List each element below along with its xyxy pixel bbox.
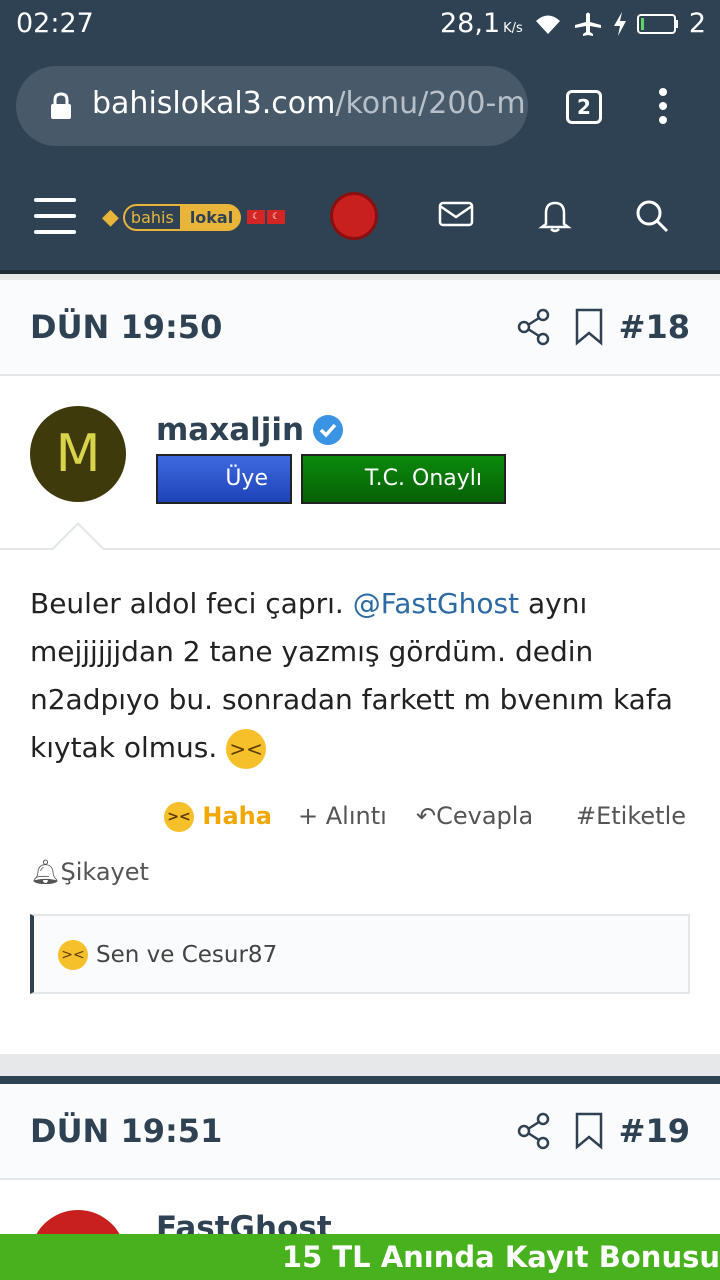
logo-star-icon: ◆ xyxy=(102,204,119,230)
lock-icon xyxy=(51,92,71,119)
author-pointer xyxy=(50,522,106,551)
post-author-block: M maxaljin Üye T.C. Onaylı xyxy=(0,376,720,551)
post-body: Beuler aldol feci çaprı. @FastGhost aynı… xyxy=(0,550,720,772)
url-text: bahislokal3.com/konu/200-m xyxy=(92,86,526,121)
haha-emoji-icon: >< xyxy=(164,802,194,832)
post-header: DÜN 19:50 #18 xyxy=(0,280,720,376)
post: DÜN 19:50 #18 M maxaljin Üye T.C. Onaylı… xyxy=(0,280,720,1054)
address-bar[interactable]: bahislokal3.com/konu/200-m xyxy=(16,66,528,146)
bookmark-icon[interactable] xyxy=(574,308,604,346)
promo-banner[interactable]: 15 TL Anında Kayıt Bonusu xyxy=(0,1234,720,1280)
post-number[interactable]: #18 xyxy=(619,308,690,346)
member-badge: Üye xyxy=(156,454,292,504)
battery-text: 2 xyxy=(688,8,706,39)
status-right: 28,1 K/s 2 xyxy=(440,8,706,39)
post-number[interactable]: #19 xyxy=(619,1112,690,1150)
reaction-haha-button[interactable]: >< Haha xyxy=(164,802,272,832)
report-button[interactable]: 🔔︎Şikayet xyxy=(30,858,149,886)
search-icon[interactable] xyxy=(634,198,670,234)
quote-button[interactable]: + Alıntı xyxy=(298,802,387,830)
author-avatar[interactable]: M xyxy=(30,406,126,502)
share-icon[interactable] xyxy=(516,308,552,346)
verified-icon xyxy=(313,415,344,445)
tab-switcher-button[interactable]: 2 xyxy=(566,90,602,124)
bookmark-icon[interactable] xyxy=(574,1112,604,1150)
flags-icon: ☾ ☾ xyxy=(247,210,286,224)
hamburger-icon[interactable] xyxy=(34,198,76,234)
reactions-text: Sen ve Cesur87 xyxy=(96,942,278,968)
browser-toolbar: bahislokal3.com/konu/200-m 2 xyxy=(0,50,720,162)
post: DÜN 19:51 #19 FastGhost xyxy=(0,1076,720,1240)
bell-icon[interactable] xyxy=(538,198,572,234)
reactions-summary[interactable]: >< Sen ve Cesur87 xyxy=(30,914,690,994)
bell-icon: 🔔︎ xyxy=(30,858,61,886)
haha-emoji-icon: >< xyxy=(58,940,88,970)
post-header: DÜN 19:51 #19 xyxy=(0,1084,720,1180)
battery-icon xyxy=(636,13,678,34)
tag-button[interactable]: #Etiketle xyxy=(576,802,686,830)
reply-icon: ↶ xyxy=(416,802,437,830)
browser-menu-button[interactable] xyxy=(656,88,670,128)
user-mention[interactable]: @FastGhost xyxy=(353,587,519,620)
airplane-icon xyxy=(574,12,601,36)
mail-icon[interactable] xyxy=(438,198,474,230)
post-date[interactable]: DÜN 19:50 xyxy=(30,308,222,346)
status-bar: 02:27 28,1 K/s 2 xyxy=(0,0,720,50)
user-avatar-badge[interactable] xyxy=(330,192,378,240)
site-logo[interactable]: ◆ bahis lokal ☾ ☾ xyxy=(102,200,286,234)
verified-badge: T.C. Onaylı xyxy=(301,454,506,504)
charging-icon xyxy=(613,11,626,36)
post-actions: >< Haha + Alıntı ↶Cevapla #Etiketle 🔔︎Şi… xyxy=(0,772,720,902)
site-navbar: ◆ bahis lokal ☾ ☾ xyxy=(0,162,720,274)
post-author-block: FastGhost xyxy=(0,1180,720,1240)
post-date[interactable]: DÜN 19:51 xyxy=(30,1112,222,1150)
reply-button[interactable]: ↶Cevapla xyxy=(416,802,533,830)
share-icon[interactable] xyxy=(516,1112,552,1150)
laughing-emoji-icon: >< xyxy=(226,729,267,769)
status-time: 02:27 xyxy=(16,8,94,39)
author-name[interactable]: maxaljin xyxy=(156,412,344,448)
wifi-icon xyxy=(535,15,560,34)
network-speed: 28,1 K/s xyxy=(440,8,523,39)
